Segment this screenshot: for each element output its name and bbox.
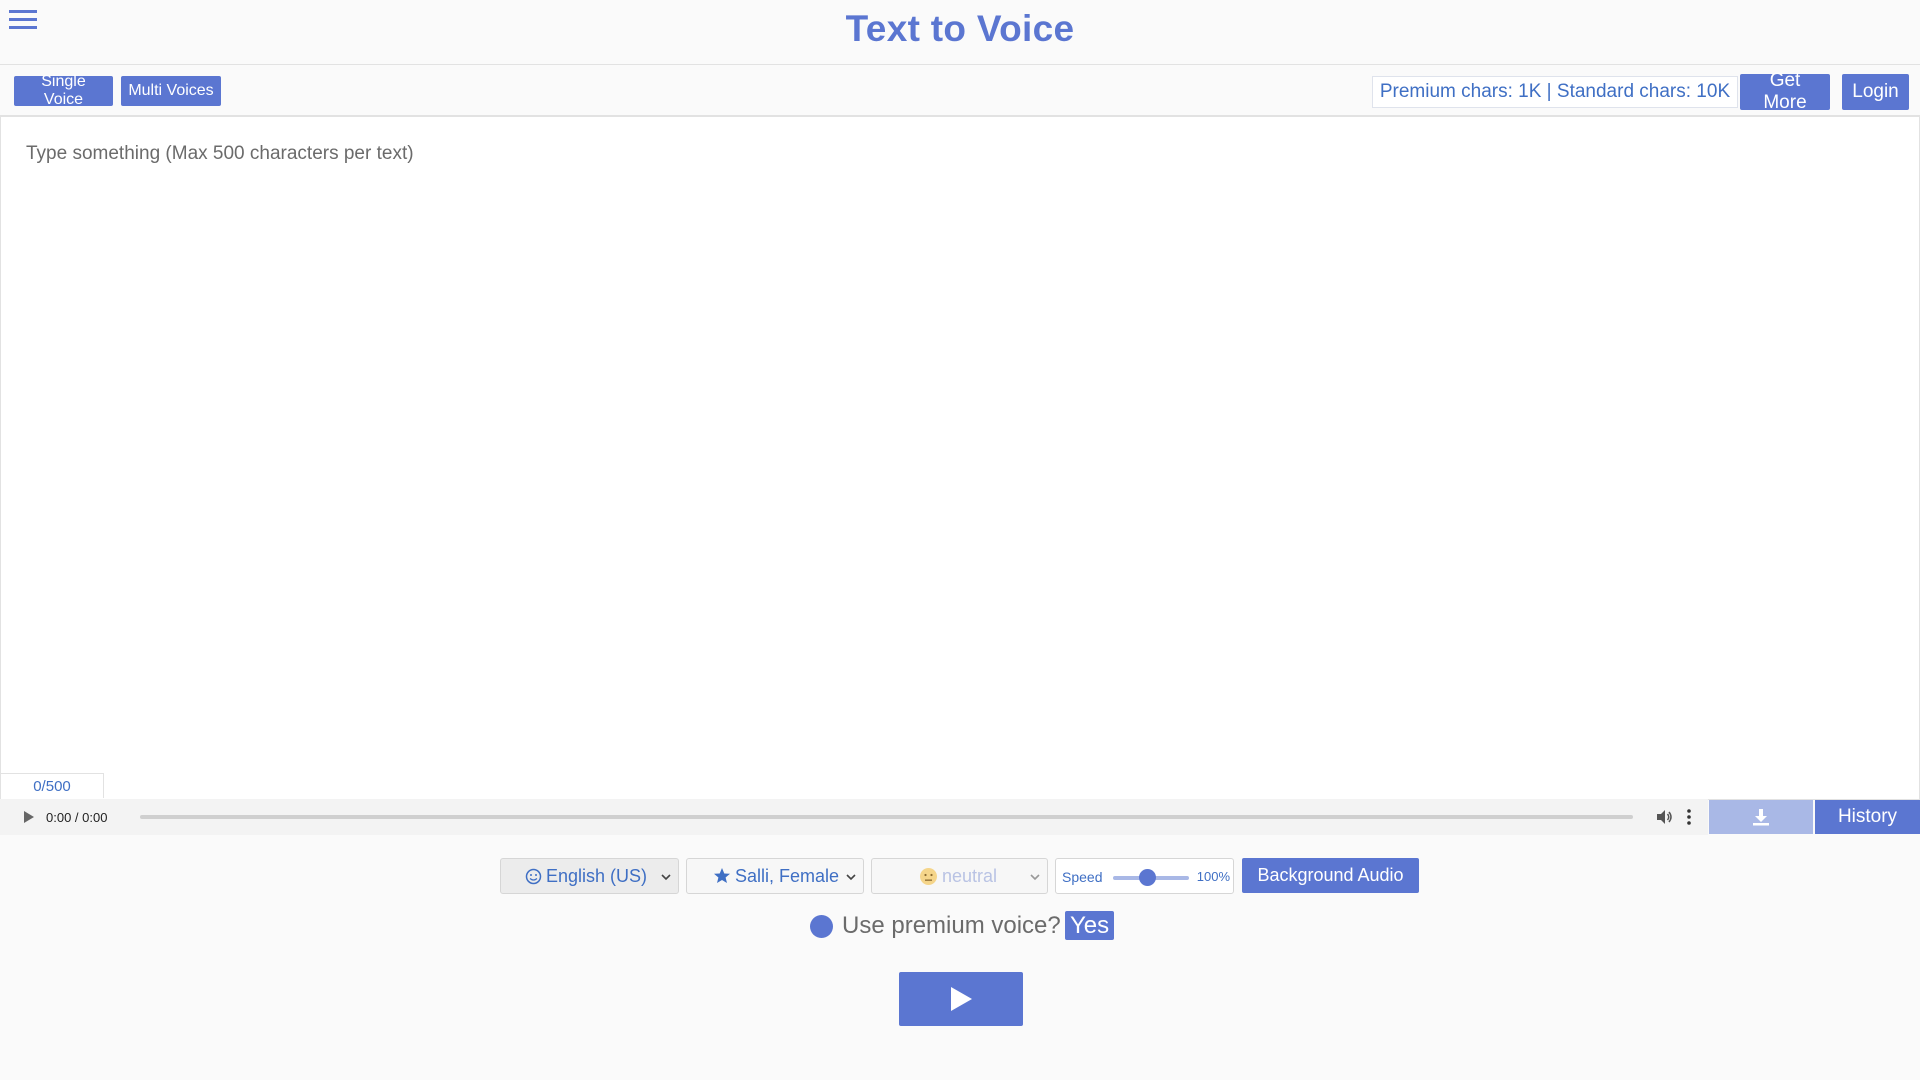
more-vertical-icon[interactable] <box>1685 808 1693 826</box>
voice-select[interactable]: Salli, Female <box>686 858 864 894</box>
audio-player: 0:00 / 0:00 <box>0 799 1708 835</box>
language-value: English (US) <box>546 865 648 886</box>
voice-value: Salli, Female <box>735 865 840 886</box>
premium-voice-row: Use premium voice? Yes <box>0 910 1920 942</box>
chevron-down-icon <box>846 874 856 881</box>
speed-slider-handle[interactable] <box>1139 869 1156 886</box>
login-button[interactable]: Login <box>1842 74 1909 110</box>
download-button[interactable] <box>1709 800 1813 834</box>
premium-toggle[interactable] <box>810 915 833 938</box>
generate-play-button[interactable] <box>899 972 1023 1026</box>
neutral-face-icon <box>920 867 937 885</box>
time-display: 0:00 / 0:00 <box>46 809 108 825</box>
chevron-down-icon <box>1030 874 1040 881</box>
speed-label: Speed <box>1062 869 1103 885</box>
text-input[interactable] <box>1 117 1919 799</box>
premium-yes-badge[interactable]: Yes <box>1065 911 1115 940</box>
page-title: Text to Voice <box>845 8 1075 49</box>
char-counter: 0/500 <box>0 773 104 798</box>
mood-value: neutral <box>942 865 998 886</box>
single-voice-button[interactable]: Single Voice <box>14 73 113 108</box>
premium-question: Use premium voice? <box>842 912 1061 939</box>
voice-controls: English (US) Salli, Female neutral Speed… <box>0 858 1920 894</box>
history-button[interactable]: History <box>1815 800 1920 834</box>
text-editor <box>0 116 1920 800</box>
top-bar: Text to Voice <box>0 0 1920 65</box>
multi-voices-button[interactable]: Multi Voices <box>121 76 221 106</box>
star-icon <box>714 868 730 883</box>
get-more-button[interactable]: Get More <box>1740 70 1830 113</box>
mood-select[interactable]: neutral <box>871 858 1048 894</box>
smiley-icon <box>525 868 542 884</box>
credits-display: Premium chars: 1K | Standard chars: 10K <box>1372 76 1738 108</box>
toolbar: Single Voice Multi Voices Premium chars:… <box>0 65 1920 116</box>
speed-control: Speed 100% <box>1055 858 1234 894</box>
progress-track[interactable] <box>140 815 1633 819</box>
play-icon[interactable] <box>20 809 36 825</box>
background-audio-button[interactable]: Background Audio <box>1242 858 1419 893</box>
chevron-down-icon <box>661 874 671 881</box>
download-icon <box>1753 809 1769 826</box>
language-select[interactable]: English (US) <box>500 858 679 894</box>
play-icon <box>951 987 972 1011</box>
speed-value: 100% <box>1196 869 1230 884</box>
volume-icon[interactable] <box>1655 808 1673 826</box>
